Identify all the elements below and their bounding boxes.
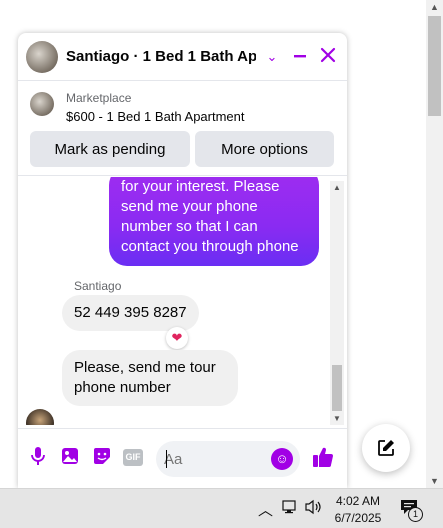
minimize-icon[interactable] xyxy=(288,45,312,69)
scroll-down-arrow-icon[interactable]: ▼ xyxy=(430,476,439,486)
listing-thumbnail[interactable] xyxy=(30,92,54,116)
more-options-button[interactable]: More options xyxy=(195,131,334,167)
scroll-down-arrow-icon[interactable]: ▼ xyxy=(333,414,341,423)
page-scroll-thumb[interactable] xyxy=(428,16,441,116)
microphone-icon[interactable] xyxy=(26,446,50,470)
composer: GIF ☺ xyxy=(18,428,347,488)
clock-time: 4:02 AM xyxy=(335,494,381,508)
photo-icon[interactable] xyxy=(58,446,82,470)
message-input[interactable] xyxy=(164,447,269,471)
sender-avatar[interactable] xyxy=(26,409,54,425)
scroll-up-arrow-icon[interactable]: ▲ xyxy=(333,183,341,192)
incoming-message[interactable]: Please, send me tour phone number xyxy=(62,350,238,406)
chevron-up-icon[interactable]: ︿ xyxy=(258,499,273,520)
message-scroll-thumb[interactable] xyxy=(332,365,342,411)
message-input-wrapper[interactable]: ☺ xyxy=(156,441,300,477)
clock-date: 6/7/2025 xyxy=(334,511,382,525)
outgoing-message[interactable]: for your interest. Please send me your p… xyxy=(109,177,319,266)
listing-item[interactable]: $600 - 1 Bed 1 Bath Apartment xyxy=(66,109,245,124)
chat-window: Santiago · 1 Bed 1 Bath Ap... ⌄ Marketpl… xyxy=(18,33,347,488)
taskbar: ︿ 4:02 AM 6/7/2025 1 xyxy=(0,488,443,528)
sender-name: Santiago xyxy=(74,279,122,293)
speaker-icon[interactable] xyxy=(305,499,323,519)
close-icon[interactable] xyxy=(316,45,340,69)
listing-panel: Marketplace $600 - 1 Bed 1 Bath Apartmen… xyxy=(18,82,347,176)
page-scrollbar[interactable]: ▲ ▼ xyxy=(426,0,443,488)
text-caret xyxy=(166,450,167,468)
emoji-icon[interactable]: ☺ xyxy=(271,448,293,470)
chat-header: Santiago · 1 Bed 1 Bath Ap... ⌄ xyxy=(18,33,347,81)
new-message-button[interactable] xyxy=(362,424,410,472)
mark-as-pending-button[interactable]: Mark as pending xyxy=(30,131,190,167)
message-list[interactable]: for your interest. Please send me your p… xyxy=(18,177,347,425)
sticker-icon[interactable] xyxy=(90,446,114,470)
scroll-up-arrow-icon[interactable]: ▲ xyxy=(430,2,439,12)
chat-title[interactable]: Santiago · 1 Bed 1 Bath Ap... xyxy=(66,48,256,65)
system-clock[interactable]: 4:02 AM 6/7/2025 xyxy=(333,493,383,527)
thumbs-up-icon[interactable] xyxy=(311,446,335,470)
heart-reaction-icon[interactable]: ❤ xyxy=(166,327,188,349)
incoming-message[interactable]: 52 449 395 8287 xyxy=(62,295,199,331)
chevron-down-icon[interactable]: ⌄ xyxy=(260,45,284,69)
notification-count-badge: 1 xyxy=(408,507,423,522)
gif-icon[interactable]: GIF xyxy=(123,449,143,466)
network-icon[interactable] xyxy=(282,499,298,519)
message-scrollbar[interactable]: ▲ ▼ xyxy=(330,181,344,425)
listing-avatar[interactable] xyxy=(26,41,58,73)
listing-source: Marketplace xyxy=(66,91,132,105)
